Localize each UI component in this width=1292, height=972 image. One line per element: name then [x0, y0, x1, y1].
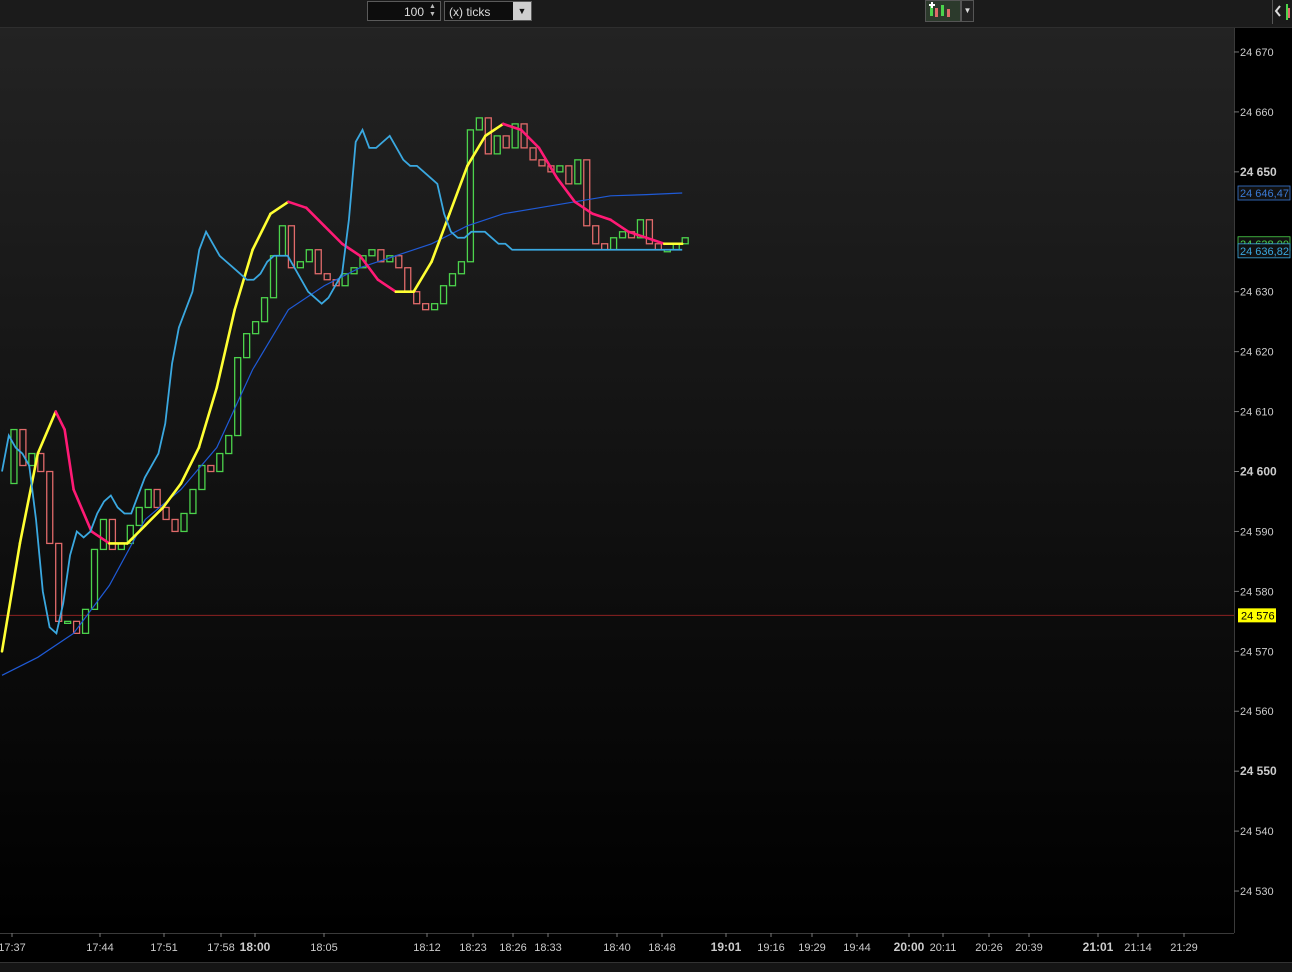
- x-tick-label: 20:39: [1015, 942, 1043, 954]
- y-tick-label: 24 530: [1240, 886, 1274, 898]
- x-tick-label: 18:23: [459, 942, 487, 954]
- time-axis[interactable]: 17:37 17:44 17:51 17:58 18:00 18:05 18:12 18:23…: [0, 933, 1198, 954]
- x-tick-label: 18:40: [603, 942, 631, 954]
- y-tick-label: 24 610: [1240, 407, 1274, 419]
- x-tick-label: 17:58: [207, 942, 235, 954]
- price-axis[interactable]: 24 670 24 660 24 650 24 630 24 620 24 610 24 6…: [1234, 47, 1277, 898]
- y-tick-label: 24 590: [1240, 526, 1274, 538]
- x-tick-label: 19:01: [711, 940, 742, 954]
- x-tick-label: 19:44: [843, 942, 871, 954]
- reference-label: 24 576: [1241, 610, 1275, 622]
- y-tick-label: 24 540: [1240, 826, 1274, 838]
- x-tick-label: 21:14: [1124, 942, 1152, 954]
- x-tick-label: 18:33: [534, 942, 562, 954]
- plot-area[interactable]: [0, 28, 1234, 933]
- x-tick-label: 17:51: [150, 942, 178, 954]
- y-tick-label: 24 580: [1240, 586, 1274, 598]
- x-tick-label: 21:01: [1083, 940, 1114, 954]
- y-tick-label: 24 670: [1240, 47, 1274, 59]
- x-tick-label: 18:12: [413, 942, 441, 954]
- x-tick-label: 19:29: [798, 942, 826, 954]
- y-tick-label: 24 650: [1240, 165, 1277, 179]
- last-value-label: 24 646,47: [1240, 188, 1289, 200]
- x-tick-label: 18:05: [310, 942, 338, 954]
- price-chart[interactable]: 24 670 24 660 24 650 24 630 24 620 24 610 24 6…: [0, 0, 1292, 962]
- y-tick-label: 24 660: [1240, 107, 1274, 119]
- x-tick-label: 20:00: [894, 940, 925, 954]
- y-tick-label: 24 560: [1240, 706, 1274, 718]
- last-value-labels: 24 646,4724 638,0024 636,82: [1237, 185, 1291, 259]
- x-tick-label: 17:37: [0, 942, 26, 954]
- y-tick-label: 24 600: [1240, 465, 1277, 479]
- x-tick-label: 18:00: [240, 940, 271, 954]
- x-tick-label: 20:11: [930, 942, 957, 954]
- y-tick-label: 24 570: [1240, 646, 1274, 658]
- y-tick-label: 24 550: [1240, 764, 1277, 778]
- x-tick-label: 18:48: [648, 942, 676, 954]
- x-tick-label: 18:26: [499, 942, 527, 954]
- y-tick-label: 24 620: [1240, 347, 1274, 359]
- y-tick-label: 24 630: [1240, 287, 1274, 299]
- last-value-label: 24 636,82: [1240, 246, 1289, 258]
- x-tick-label: 21:29: [1170, 942, 1198, 954]
- x-tick-label: 17:44: [86, 942, 114, 954]
- x-tick-label: 19:16: [757, 942, 785, 954]
- x-tick-label: 20:26: [975, 942, 1003, 954]
